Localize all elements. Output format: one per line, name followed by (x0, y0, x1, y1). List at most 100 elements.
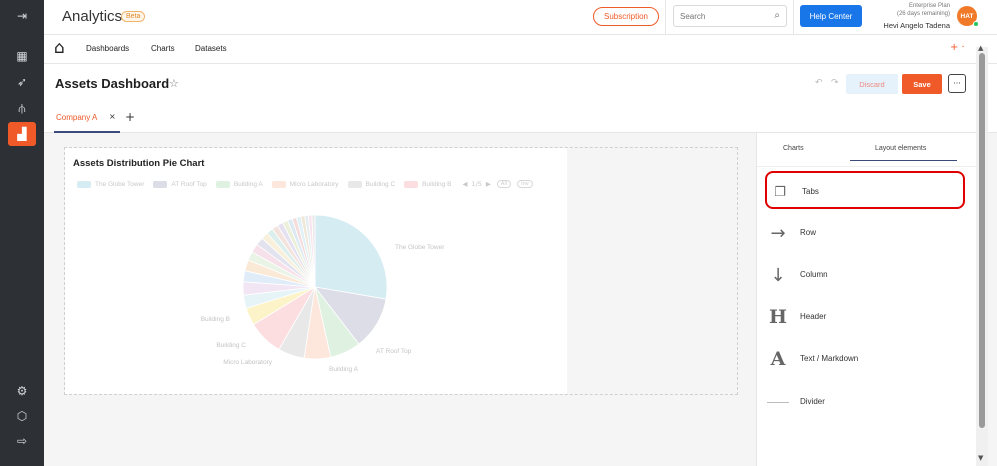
app-title: Analytics (62, 8, 123, 25)
beta-badge: Beta (121, 11, 146, 22)
legend-inv-button[interactable]: Inv (517, 180, 533, 188)
home-icon[interactable]: ⌂ (54, 38, 65, 58)
layout-item-label: Header (800, 312, 827, 321)
tabs-icon: ❐ (774, 184, 786, 200)
subscription-button[interactable]: Subscription (593, 7, 659, 26)
scroll-up-icon[interactable]: ▲ (978, 44, 983, 52)
plan-info: Enterprise Plan (26 days remaining) (866, 2, 950, 18)
legend-swatch (271, 180, 286, 188)
legend-all-button[interactable]: All (496, 180, 512, 188)
tab-layout-elements[interactable]: Layout elements (875, 145, 926, 152)
legend-label: AT Roof Top (171, 180, 207, 188)
dashboard-header: Assets Dashboard ☆ ↶ ↷ Discard Save ··· (44, 64, 997, 104)
dashboard-grid-icon[interactable]: ▦ (8, 44, 36, 68)
save-button[interactable]: Save (902, 74, 942, 94)
text-icon: A (770, 348, 786, 370)
scroll-down-icon[interactable]: ▼ (978, 454, 983, 462)
slice-label: The Globe Tower (395, 244, 445, 251)
right-panel: Charts Layout elements ❐ Tabs → Row ↓ Co… (756, 133, 977, 466)
plan-remaining: (26 days remaining) (896, 11, 950, 17)
slice-label: Building A (329, 366, 359, 373)
layout-item-column[interactable]: ↓ Column (765, 256, 965, 294)
more-options-button[interactable]: ··· (948, 74, 966, 93)
legend-page-indicator: 1/5 (471, 180, 482, 188)
legend-item[interactable]: Micro Laboratory (271, 180, 339, 188)
legend-item[interactable]: Building B (404, 180, 452, 188)
slice-label: Building C (216, 342, 246, 349)
layout-item-row[interactable]: → Row (765, 214, 965, 252)
online-status-dot (973, 21, 979, 27)
active-tab-indicator (850, 160, 957, 161)
nav-charts[interactable]: Charts (151, 44, 175, 53)
nav-bar: ⌂ Dashboards Charts Datasets + · (44, 35, 997, 64)
package-box-icon[interactable]: ⬡ (8, 404, 36, 428)
legend-prev-icon[interactable]: ◀ (462, 180, 467, 188)
legend-label: Building B (422, 180, 452, 188)
layout-item-label: Tabs (802, 187, 819, 196)
divider (665, 0, 666, 35)
legend-item[interactable]: The Globe Tower (77, 180, 145, 188)
discard-button[interactable]: Discard (846, 74, 898, 94)
tab-charts[interactable]: Charts (783, 145, 804, 152)
user-name[interactable]: Hevi Angelo Tadena (856, 21, 950, 30)
page-title: Assets Dashboard (55, 76, 170, 91)
search-box[interactable]: ⌕ (673, 5, 787, 27)
legend-item[interactable]: AT Roof Top (153, 180, 207, 188)
layout-item-label: Text / Markdown (800, 354, 859, 363)
legend-item[interactable]: Building A (215, 180, 263, 188)
legend-swatch (404, 180, 419, 188)
tab-company-a[interactable]: Company A × (54, 104, 120, 133)
help-center-button[interactable]: Help Center (800, 5, 862, 27)
page-scrollbar[interactable]: ▲ ▼ (976, 44, 988, 466)
redo-icon[interactable]: ↷ (831, 78, 839, 88)
chart-title: Assets Distribution Pie Chart (73, 158, 205, 169)
favorite-star-icon[interactable]: ☆ (169, 77, 179, 90)
add-new-button[interactable]: + · (950, 42, 965, 53)
divider (793, 0, 794, 35)
layout-item-label: Divider (800, 397, 825, 406)
dashboard-tabs: Company A × + (44, 104, 997, 133)
layout-item-divider[interactable]: Divider (765, 383, 965, 421)
arrow-right-icon: → (770, 222, 786, 244)
nav-datasets[interactable]: Datasets (195, 44, 227, 53)
legend-pager: ◀ 1/5 ▶ All Inv (462, 180, 536, 188)
legend-item[interactable]: Building C (347, 180, 396, 188)
search-input[interactable] (674, 6, 766, 27)
legend-label: The Globe Tower (95, 180, 145, 188)
rocket-icon[interactable]: ➶ (8, 70, 36, 94)
undo-icon[interactable]: ↶ (815, 78, 823, 88)
legend-swatch (347, 180, 362, 188)
logout-icon[interactable]: ⇨ (8, 429, 36, 453)
header-icon: H (769, 306, 787, 328)
legend-next-icon[interactable]: ▶ (486, 180, 491, 188)
nav-dashboards[interactable]: Dashboards (86, 44, 129, 53)
scroll-thumb[interactable] (979, 53, 985, 428)
slice-label: Building B (201, 316, 230, 323)
slice-label: AT Roof Top (376, 348, 412, 355)
pie-slice[interactable] (314, 214, 388, 300)
layout-item-tabs[interactable]: ❐ Tabs (765, 171, 965, 209)
legend-swatch (77, 180, 91, 188)
top-bar: Analytics Beta Subscription ⌕ Help Cente… (44, 0, 997, 35)
pie-chart-card[interactable]: The Globe Tower AT Roof Top Building A Micr… (65, 148, 567, 394)
slice-label: Micro Laboratory (223, 359, 273, 366)
add-tab-icon[interactable]: + (125, 110, 135, 124)
settings-gear-icon[interactable]: ⚙ (8, 379, 36, 403)
arrow-down-icon: ↓ (770, 264, 786, 286)
analytics-chart-icon[interactable]: ▟ (8, 122, 36, 146)
chart-legend: The Globe Tower AT Roof Top Building A Micr… (77, 179, 537, 189)
legend-swatch (215, 180, 230, 188)
tab-label: Company A (56, 113, 98, 122)
layout-item-label: Column (800, 270, 828, 279)
layout-item-text-markdown[interactable]: A Text / Markdown (765, 340, 965, 378)
layout-item-header[interactable]: H Header (765, 298, 965, 336)
divider-icon (765, 389, 791, 415)
close-tab-icon[interactable]: × (109, 112, 116, 121)
legend-label: Building A (233, 180, 263, 188)
hierarchy-icon[interactable]: ⫛ (8, 96, 36, 120)
search-icon[interactable]: ⌕ (774, 10, 780, 21)
plan-name: Enterprise Plan (908, 3, 950, 9)
collapse-sidebar-icon[interactable]: ⇥ (8, 4, 36, 28)
divider (757, 166, 977, 167)
legend-label: Building C (365, 180, 396, 188)
